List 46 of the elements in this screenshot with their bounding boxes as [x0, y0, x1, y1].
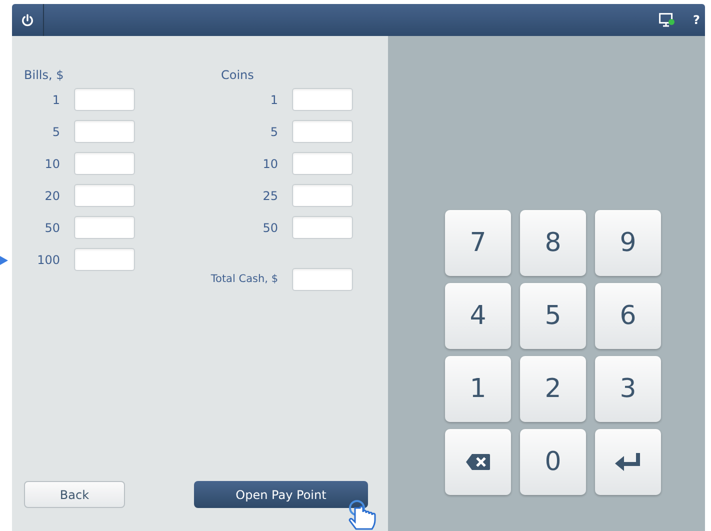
digit-key[interactable]: 6 [595, 283, 661, 349]
backspace-icon [465, 453, 491, 471]
amount-field[interactable] [74, 120, 135, 143]
enter-icon [614, 452, 642, 472]
digit-key[interactable]: 3 [595, 356, 661, 422]
total-cash-label: Total Cash, $ [210, 272, 278, 287]
bills-heading: Bills, $ [24, 67, 65, 82]
amount-field[interactable] [74, 152, 135, 175]
denomination-label: 1 [269, 92, 278, 108]
amount-field[interactable] [292, 268, 353, 291]
denomination-label: 25 [262, 188, 278, 204]
denomination-label: 50 [262, 220, 278, 236]
digit-key[interactable]: 7 [445, 210, 511, 276]
help-button[interactable]: ? [693, 11, 703, 29]
digit-key[interactable]: 9 [595, 210, 661, 276]
denomination-label: 10 [44, 156, 60, 172]
digit-key[interactable]: 8 [520, 210, 586, 276]
denomination-label: 50 [44, 220, 60, 236]
digit-key[interactable]: 5 [520, 283, 586, 349]
digit-key[interactable]: 1 [445, 356, 511, 422]
amount-field[interactable] [74, 248, 135, 271]
amount-field[interactable] [292, 216, 353, 239]
enter-key[interactable] [595, 429, 661, 495]
amount-field[interactable] [292, 152, 353, 175]
pointer-arrow-icon [0, 256, 8, 265]
digit-key[interactable]: 2 [520, 356, 586, 422]
open-pay-point-button[interactable]: Open Pay Point [194, 481, 368, 508]
denomination-label: 20 [44, 188, 60, 204]
power-icon [21, 14, 34, 26]
denomination-label: 5 [269, 124, 278, 140]
amount-field[interactable] [292, 88, 353, 111]
monitor-icon[interactable] [659, 13, 675, 27]
amount-field[interactable] [292, 184, 353, 207]
denomination-label: 10 [262, 156, 278, 172]
back-button[interactable]: Back [24, 481, 125, 508]
digit-key[interactable]: 4 [445, 283, 511, 349]
amount-field[interactable] [74, 216, 135, 239]
coins-heading: Coins [221, 67, 255, 82]
denomination-label: 5 [51, 124, 60, 140]
digit-key[interactable]: 0 [520, 429, 586, 495]
backspace-key[interactable] [445, 429, 511, 495]
amount-field[interactable] [74, 88, 135, 111]
amount-field[interactable] [74, 184, 135, 207]
denomination-label: 100 [36, 252, 60, 268]
denomination-label: 1 [51, 92, 60, 108]
amount-field[interactable] [292, 120, 353, 143]
